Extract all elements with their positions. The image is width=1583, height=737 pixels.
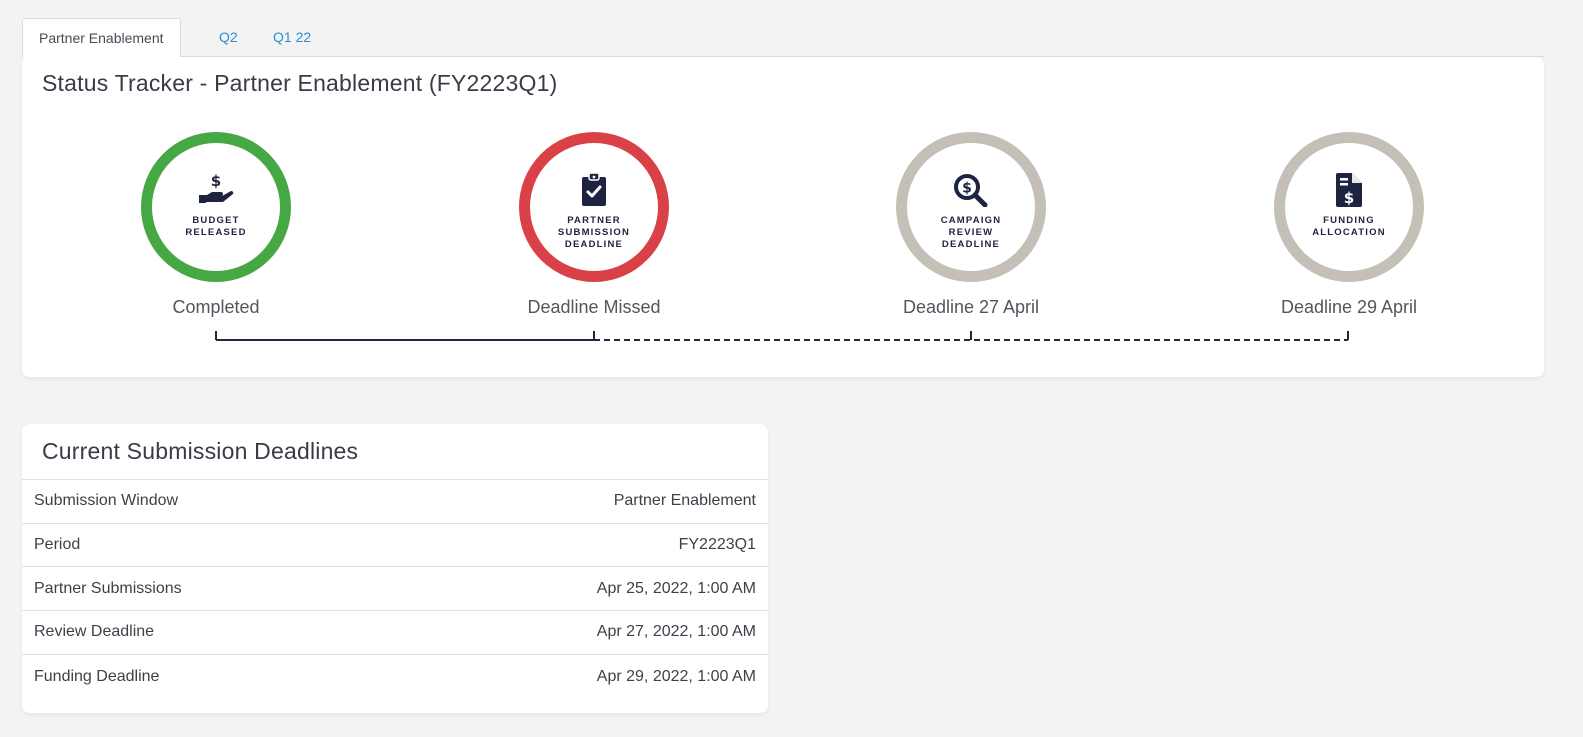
svg-text:$: $ (211, 173, 221, 190)
status-tracker-title: Status Tracker - Partner Enablement (FY2… (42, 70, 558, 96)
table-row: Submission Window Partner Enablement (22, 480, 768, 524)
table-row: Partner Submissions Apr 25, 2022, 1:00 A… (22, 567, 768, 612)
step-status: Deadline Missed (527, 297, 661, 317)
submission-deadlines-card: Current Submission Deadlines Submission … (22, 424, 768, 713)
row-label: Review Deadline (34, 623, 155, 641)
step-label-line: SUBMISSION (557, 227, 631, 238)
step-funding-allocation: $ FUNDING ALLOCATION Deadline 29 April (1234, 132, 1464, 318)
step-ring: $ CAMPAIGN REVIEW DEADLINE (896, 132, 1046, 282)
svg-text:$: $ (1344, 189, 1354, 207)
table-row: Funding Deadline Apr 29, 2022, 1:00 AM (22, 655, 768, 699)
row-value: Apr 29, 2022, 1:00 AM (596, 667, 756, 685)
step-label-line: PARTNER (567, 215, 621, 226)
search-dollar-icon: $ (953, 173, 989, 212)
invoice-dollar-icon: $ (1336, 173, 1362, 212)
step-status: Completed (172, 297, 260, 317)
row-label: Period (34, 536, 81, 554)
timeline-connector (215, 331, 1349, 341)
step-status: Deadline 27 April (902, 297, 1040, 317)
row-label: Submission Window (34, 492, 179, 510)
step-label-line: CAMPAIGN (940, 215, 1002, 226)
row-label: Funding Deadline (34, 667, 160, 685)
row-value: Apr 27, 2022, 1:00 AM (596, 623, 756, 641)
step-label-line: BUDGET (192, 215, 240, 226)
deadlines-table: Submission Window Partner Enablement Per… (22, 479, 768, 698)
step-campaign-review: $ CAMPAIGN REVIEW DEADLINE Deadline 27 A… (856, 132, 1086, 318)
step-label-line: REVIEW (948, 227, 994, 238)
clipboard-check-icon (580, 172, 608, 212)
step-ring: $ BUDGET RELEASED (141, 132, 291, 282)
step-label-line: RELEASED (185, 227, 247, 238)
step-ring: $ FUNDING ALLOCATION (1274, 132, 1424, 282)
submission-deadlines-title: Current Submission Deadlines (42, 438, 359, 464)
tab-partner-enablement[interactable]: Partner Enablement (22, 18, 181, 58)
row-value: Partner Enablement (613, 492, 756, 510)
tab-q1-22[interactable]: Q1 22 (273, 18, 311, 57)
row-label: Partner Submissions (34, 579, 182, 597)
table-row: Period FY2223Q1 (22, 524, 768, 568)
table-row: Review Deadline Apr 27, 2022, 1:00 AM (22, 611, 768, 655)
step-label-line: DEADLINE (564, 239, 624, 250)
step-label-line: FUNDING (1323, 215, 1375, 226)
step-label-line: DEADLINE (941, 239, 1001, 250)
tab-q2[interactable]: Q2 (219, 18, 238, 57)
step-budget-released: $ BUDGET RELEASED Completed (101, 132, 331, 318)
row-value: FY2223Q1 (678, 536, 756, 554)
row-value: Apr 25, 2022, 1:00 AM (596, 579, 756, 597)
step-label-line: ALLOCATION (1312, 227, 1386, 238)
step-status: Deadline 29 April (1280, 297, 1418, 317)
svg-text:$: $ (962, 181, 972, 197)
status-tracker-card: Status Tracker - Partner Enablement (FY2… (22, 57, 1544, 377)
step-ring: PARTNER SUBMISSION DEADLINE (519, 132, 669, 282)
step-partner-submission: PARTNER SUBMISSION DEADLINE Deadline Mis… (479, 132, 709, 318)
tab-bar: Partner Enablement Q2 Q1 22 (22, 18, 1544, 58)
hand-dollar-icon: $ (197, 172, 235, 212)
